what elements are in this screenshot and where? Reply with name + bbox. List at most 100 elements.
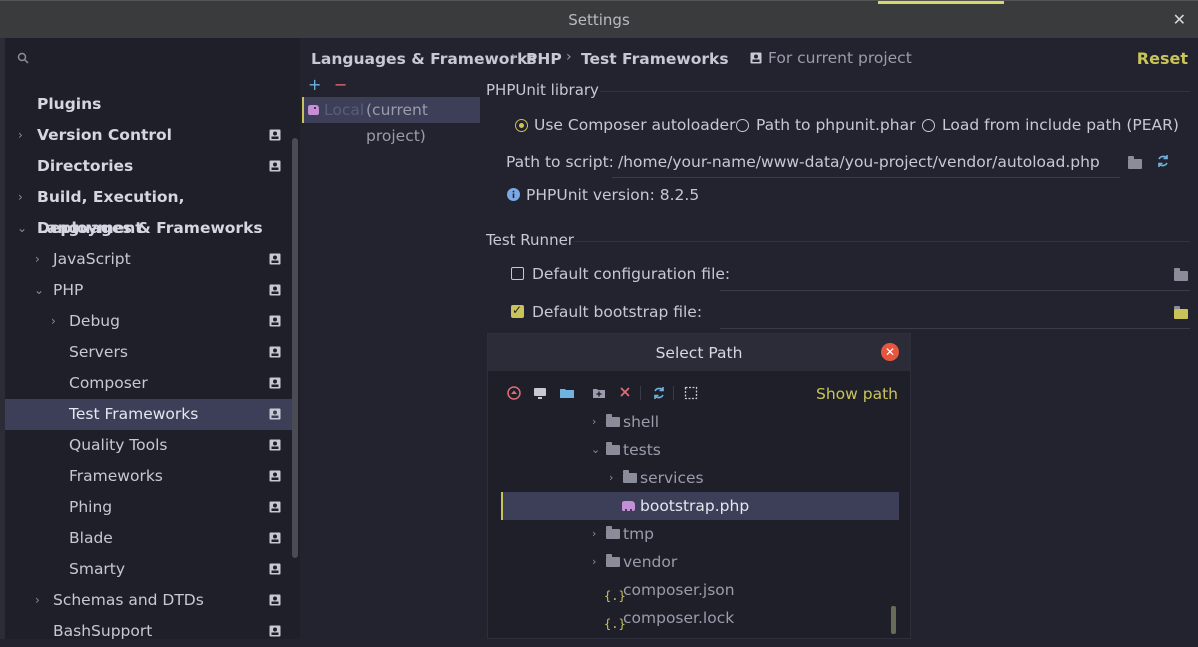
folder-icon[interactable] — [1128, 156, 1142, 169]
refresh-icon[interactable] — [652, 386, 666, 400]
default-bootstrap-checkbox[interactable] — [511, 303, 524, 318]
sidebar-item-phing[interactable]: Phing — [5, 492, 295, 523]
sidebar-item-languages[interactable]: ⌄ Languages & Frameworks — [5, 213, 295, 244]
tree-item-label: tests — [623, 441, 661, 459]
sidebar-item-quality-tools[interactable]: Quality Tools — [5, 430, 295, 461]
desktop-icon[interactable] — [533, 386, 547, 400]
chevron-right-icon[interactable]: › — [18, 182, 23, 213]
search-icon[interactable] — [17, 52, 29, 67]
new-folder-icon[interactable] — [592, 386, 606, 400]
sidebar-item-schemas[interactable]: › Schemas and DTDs — [5, 585, 295, 616]
chevron-right-icon[interactable]: › — [35, 244, 40, 275]
delete-icon[interactable] — [619, 386, 631, 398]
project-scope-icon — [269, 501, 281, 513]
dialog-scrollbar[interactable] — [891, 606, 896, 634]
path-to-script-input[interactable]: /home/your-name/www-data/you-project/ven… — [618, 153, 1100, 171]
show-path-link[interactable]: Show path — [816, 385, 898, 403]
sidebar-item-bashsupport[interactable]: BashSupport — [5, 616, 295, 647]
sidebar-item-label: Smarty — [69, 560, 126, 578]
window-title: Settings — [568, 11, 630, 29]
select-all-icon[interactable] — [684, 386, 698, 400]
sidebar-item-label: PHP — [53, 281, 84, 299]
config-item-suffix: (current project) — [366, 101, 428, 145]
sidebar-item-label: BashSupport — [53, 622, 153, 640]
select-path-dialog: Select Path ✕ Show path › shell ⌄ tests … — [487, 333, 911, 639]
project-folder-icon[interactable] — [559, 386, 575, 400]
tree-item-label: tmp — [623, 525, 655, 543]
project-scope-icon — [269, 315, 281, 327]
sidebar-item-frameworks[interactable]: Frameworks — [5, 461, 295, 492]
close-icon[interactable]: ✕ — [1173, 10, 1186, 29]
checkbox-label: Default bootstrap file: — [532, 303, 703, 321]
config-file-input[interactable] — [720, 290, 1190, 291]
sidebar-item-php[interactable]: ⌄ PHP — [5, 275, 295, 306]
folder-icon — [606, 414, 620, 427]
scope-label: For current project — [768, 49, 912, 67]
folder-icon[interactable] — [1174, 268, 1188, 281]
add-icon[interactable]: + — [308, 75, 321, 94]
sidebar-item-debug[interactable]: › Debug — [5, 306, 295, 337]
project-scope-icon — [269, 408, 281, 420]
sidebar-item-smarty[interactable]: Smarty — [5, 554, 295, 585]
default-config-checkbox[interactable] — [511, 267, 524, 280]
chevron-down-icon[interactable]: ⌄ — [34, 275, 44, 306]
sidebar-item-label: Servers — [69, 343, 128, 361]
search-input[interactable] — [35, 48, 289, 70]
sidebar-item-javascript[interactable]: › JavaScript — [5, 244, 295, 275]
config-list-item[interactable]: Local (current project) — [302, 97, 480, 145]
include-path-radio[interactable] — [922, 119, 935, 132]
chevron-right-icon[interactable]: › — [18, 120, 23, 151]
sidebar-item-servers[interactable]: Servers — [5, 337, 295, 368]
project-scope-icon — [269, 439, 281, 451]
project-scope-icon — [269, 377, 281, 389]
radio-label: Path to phpunit.phar — [756, 116, 916, 134]
radio-label: Use Composer autoloader — [534, 116, 736, 134]
folder-icon[interactable] — [1174, 306, 1188, 319]
sidebar-item-directories[interactable]: Directories — [5, 151, 295, 182]
folder-icon — [606, 526, 620, 539]
sidebar-item-label: Languages & Frameworks — [37, 219, 263, 237]
sidebar-item-label: Plugins — [37, 95, 102, 113]
close-icon[interactable]: ✕ — [881, 343, 899, 361]
breadcrumb-languages[interactable]: Languages & Frameworks — [311, 50, 537, 68]
home-icon[interactable] — [507, 386, 521, 400]
chevron-right-icon[interactable]: › — [51, 306, 56, 337]
path-input-underline — [612, 177, 1120, 178]
sidebar-item-label: JavaScript — [53, 250, 131, 268]
project-scope-icon — [269, 160, 281, 172]
sidebar-item-label: Test Frameworks — [69, 405, 199, 423]
sidebar-item-blade[interactable]: Blade — [5, 523, 295, 554]
remove-icon[interactable]: − — [334, 75, 347, 94]
breadcrumb-php[interactable]: PHP — [526, 50, 562, 68]
bootstrap-file-input[interactable] — [720, 328, 1190, 329]
sidebar-item-build[interactable]: › Build, Execution, Deployment — [5, 182, 295, 237]
reset-button[interactable]: Reset — [1137, 49, 1188, 68]
chevron-right-icon[interactable]: › — [592, 408, 596, 436]
chevron-right-icon[interactable]: › — [592, 520, 596, 548]
chevron-right-icon[interactable]: › — [592, 548, 596, 576]
section-divider — [574, 241, 1190, 242]
refresh-icon[interactable] — [1156, 154, 1170, 168]
titlebar-accent — [878, 1, 1004, 4]
chevron-down-icon[interactable]: ⌄ — [17, 213, 27, 244]
sidebar-item-composer[interactable]: Composer — [5, 368, 295, 399]
sidebar-item-version-control[interactable]: › Version Control — [5, 120, 295, 151]
sidebar-scrollbar[interactable] — [292, 138, 298, 558]
sidebar-item-test-frameworks[interactable]: Test Frameworks — [5, 399, 295, 430]
composer-autoloader-radio[interactable] — [515, 119, 528, 132]
sidebar-item-label: Schemas and DTDs — [53, 591, 204, 609]
toolbar-separator — [673, 386, 674, 400]
tree-item-label: shell — [623, 413, 660, 431]
folder-icon — [623, 470, 637, 483]
chevron-right-icon[interactable]: › — [609, 464, 613, 492]
sidebar-item-plugins[interactable]: Plugins — [5, 89, 295, 120]
info-icon — [507, 188, 520, 201]
chevron-right-icon[interactable]: › — [35, 585, 40, 616]
chevron-down-icon[interactable]: ⌄ — [591, 436, 600, 464]
phpunit-phar-radio[interactable] — [736, 119, 749, 132]
php-elephant-icon — [308, 105, 319, 115]
sidebar-item-label: Version Control — [37, 126, 172, 144]
section-divider — [600, 91, 1190, 92]
sidebar-item-label: Frameworks — [69, 467, 163, 485]
radio-label: Load from include path (PEAR) — [942, 116, 1179, 134]
